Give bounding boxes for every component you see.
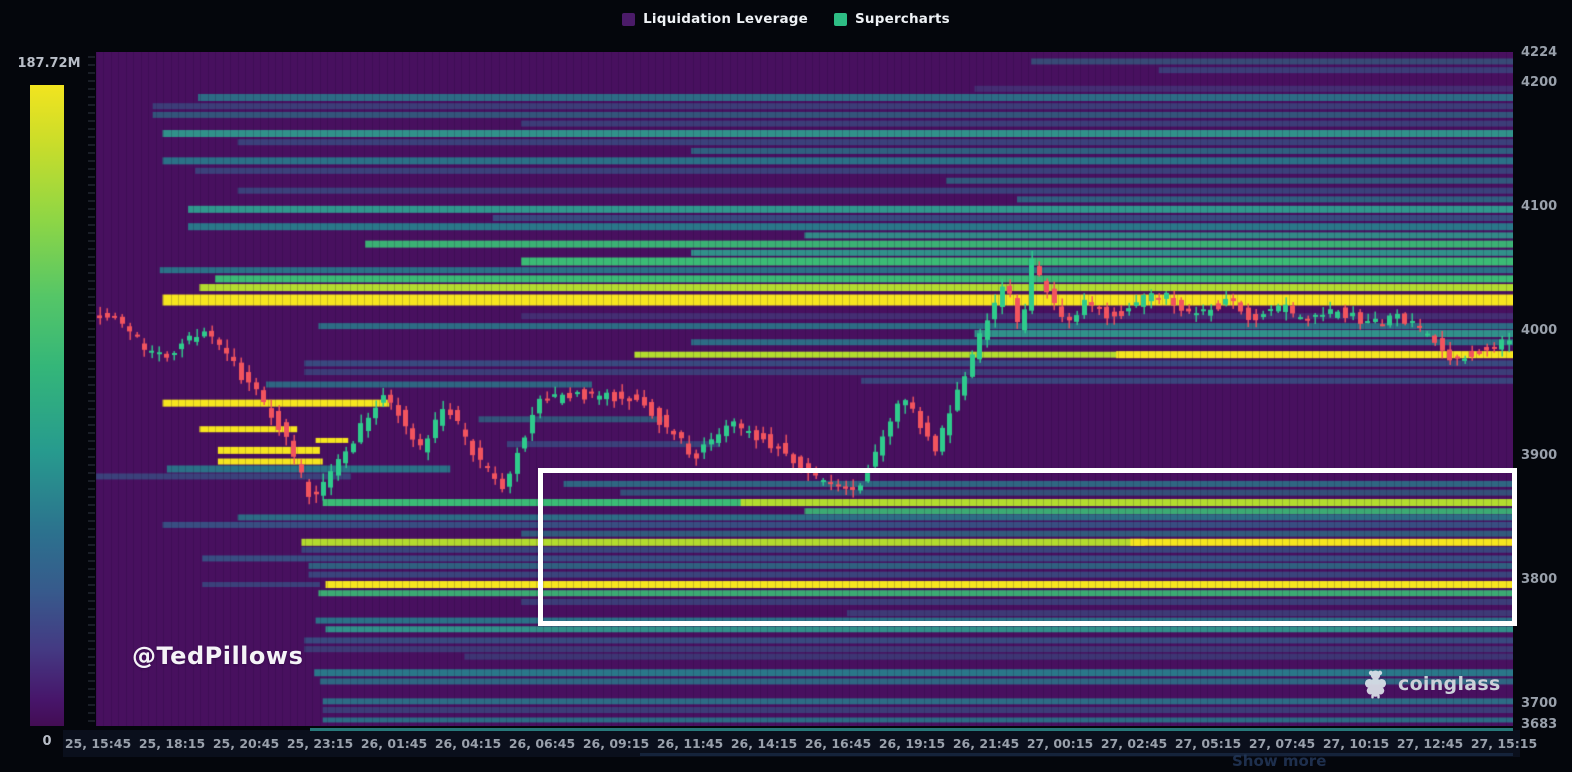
time-tick-label: 26, 16:45 — [805, 736, 871, 751]
time-tick-label: 27, 05:15 — [1175, 736, 1241, 751]
time-tick-label: 26, 09:15 — [583, 736, 649, 751]
colorbar — [30, 85, 64, 726]
supercharts-swatch — [834, 13, 847, 26]
time-tick-label: 26, 04:15 — [435, 736, 501, 751]
time-axis: 25, 15:45 25, 18:15 25, 20:45 25, 23:15 26, … — [0, 736, 1572, 756]
price-tick-label: 4224 — [1521, 45, 1557, 60]
highlight-annotation-box — [538, 468, 1517, 626]
legend-item-supercharts[interactable]: Supercharts — [834, 11, 950, 27]
chart-legend: Liquidation Leverage Supercharts — [0, 11, 1572, 27]
time-tick-label: 26, 21:45 — [953, 736, 1019, 751]
watermark-tedpillows: @TedPillows — [132, 642, 303, 670]
time-tick-label: 26, 06:45 — [509, 736, 575, 751]
price-tick-label: 4100 — [1521, 199, 1557, 214]
time-tick-label: 27, 10:15 — [1323, 736, 1389, 751]
coinglass-logo[interactable]: coinglass — [1362, 669, 1501, 699]
time-tick-label: 27, 15:15 — [1471, 736, 1537, 751]
legend-label-supercharts: Supercharts — [855, 11, 950, 27]
coinglass-sheep-icon — [1362, 669, 1389, 699]
legend-label-liquidation-leverage: Liquidation Leverage — [643, 11, 808, 27]
time-tick-label: 27, 02:45 — [1101, 736, 1167, 751]
liquidation-leverage-swatch — [622, 13, 635, 26]
time-tick-label: 26, 11:45 — [657, 736, 723, 751]
coinglass-wordmark: coinglass — [1398, 673, 1501, 695]
time-tick-label: 25, 15:45 — [65, 736, 131, 751]
price-axis: 4224 4200 4100 4000 3900 3800 3700 3683 — [1520, 0, 1572, 772]
time-tick-label: 26, 19:15 — [879, 736, 945, 751]
price-tick-label: 3683 — [1521, 717, 1557, 732]
show-more-button[interactable]: Show more — [1232, 752, 1326, 770]
price-tick-rail — [88, 56, 95, 724]
time-tick-label: 27, 07:45 — [1249, 736, 1315, 751]
price-tick-label: 3800 — [1521, 572, 1557, 587]
time-tick-label: 25, 23:15 — [287, 736, 353, 751]
time-tick-label: 25, 20:45 — [213, 736, 279, 751]
liquidation-heatmap-screen: Liquidation Leverage Supercharts 187.72M… — [0, 0, 1572, 772]
price-tick-label: 3700 — [1521, 696, 1557, 711]
time-tick-label: 26, 01:45 — [361, 736, 427, 751]
time-tick-label: 26, 14:15 — [731, 736, 797, 751]
colorbar-max-label: 187.72M — [14, 56, 84, 71]
price-tick-label: 4200 — [1521, 75, 1557, 90]
price-tick-label: 4000 — [1521, 323, 1557, 338]
price-tick-label: 3900 — [1521, 448, 1557, 463]
bottom-heat-band — [310, 728, 1513, 731]
time-tick-label: 25, 18:15 — [139, 736, 205, 751]
time-tick-label: 27, 00:15 — [1027, 736, 1093, 751]
legend-item-liquidation-leverage[interactable]: Liquidation Leverage — [622, 11, 808, 27]
time-tick-label: 27, 12:45 — [1397, 736, 1463, 751]
